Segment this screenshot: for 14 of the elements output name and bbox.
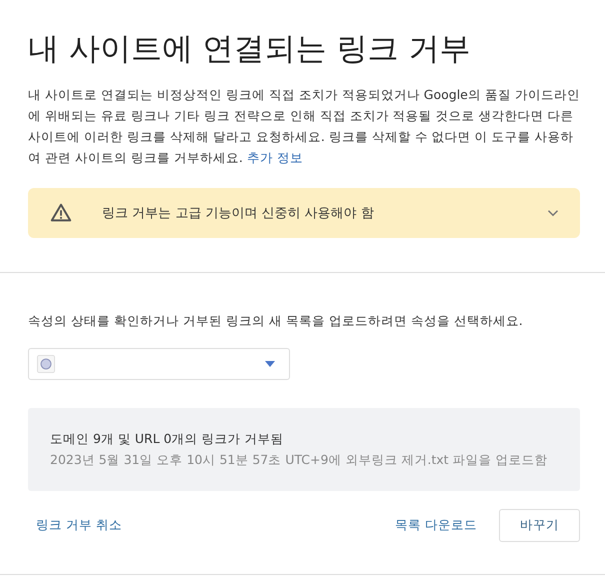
warning-text: 링크 거부는 고급 기능이며 신중히 사용해야 함 <box>102 205 375 222</box>
page-title: 내 사이트에 연결되는 링크 거부 <box>28 30 472 69</box>
warning-banner[interactable]: 링크 거부는 고급 기능이며 신중히 사용해야 함 <box>28 188 580 238</box>
warning-icon <box>50 202 72 224</box>
property-prompt: 속성의 상태를 확인하거나 거부된 링크의 새 목록을 업로드하려면 속성을 선택하세요. <box>28 313 524 330</box>
more-info-link[interactable]: 추가 정보 <box>246 150 303 165</box>
cancel-link[interactable]: 링크 거부 취소 <box>36 517 122 534</box>
upload-detail: 2023년 5월 31일 오후 10시 51분 57초 UTC+9에 외부링크 제거.txt 파일을 업로드함 <box>50 452 548 468</box>
summary-headline: 도메인 9개 및 URL 0개의 링크가 거부됨 <box>50 430 285 448</box>
description-text: 내 사이트로 연결되는 비정상적인 링크에 직접 조치가 적용되었거나 Google의 품질 가이드라인에 위배되는 유료 링크나 기타 링크 전략으로 인해 직접 조치가 적용될 것으로 생각한다면 다른 사이트에 이러한 링크를 삭제해 달라고 요청하세요. 링크를 삭제할 수 없다면 이 도구를 사용하여 관련 사이트의 링크를 거부하세요. 추가 정보 <box>28 86 580 167</box>
download-link[interactable]: 목록 다운로드 <box>395 517 477 534</box>
replace-button[interactable]: 바꾸기 <box>499 509 580 542</box>
globe-icon <box>37 355 55 373</box>
caret-icon <box>265 361 275 367</box>
